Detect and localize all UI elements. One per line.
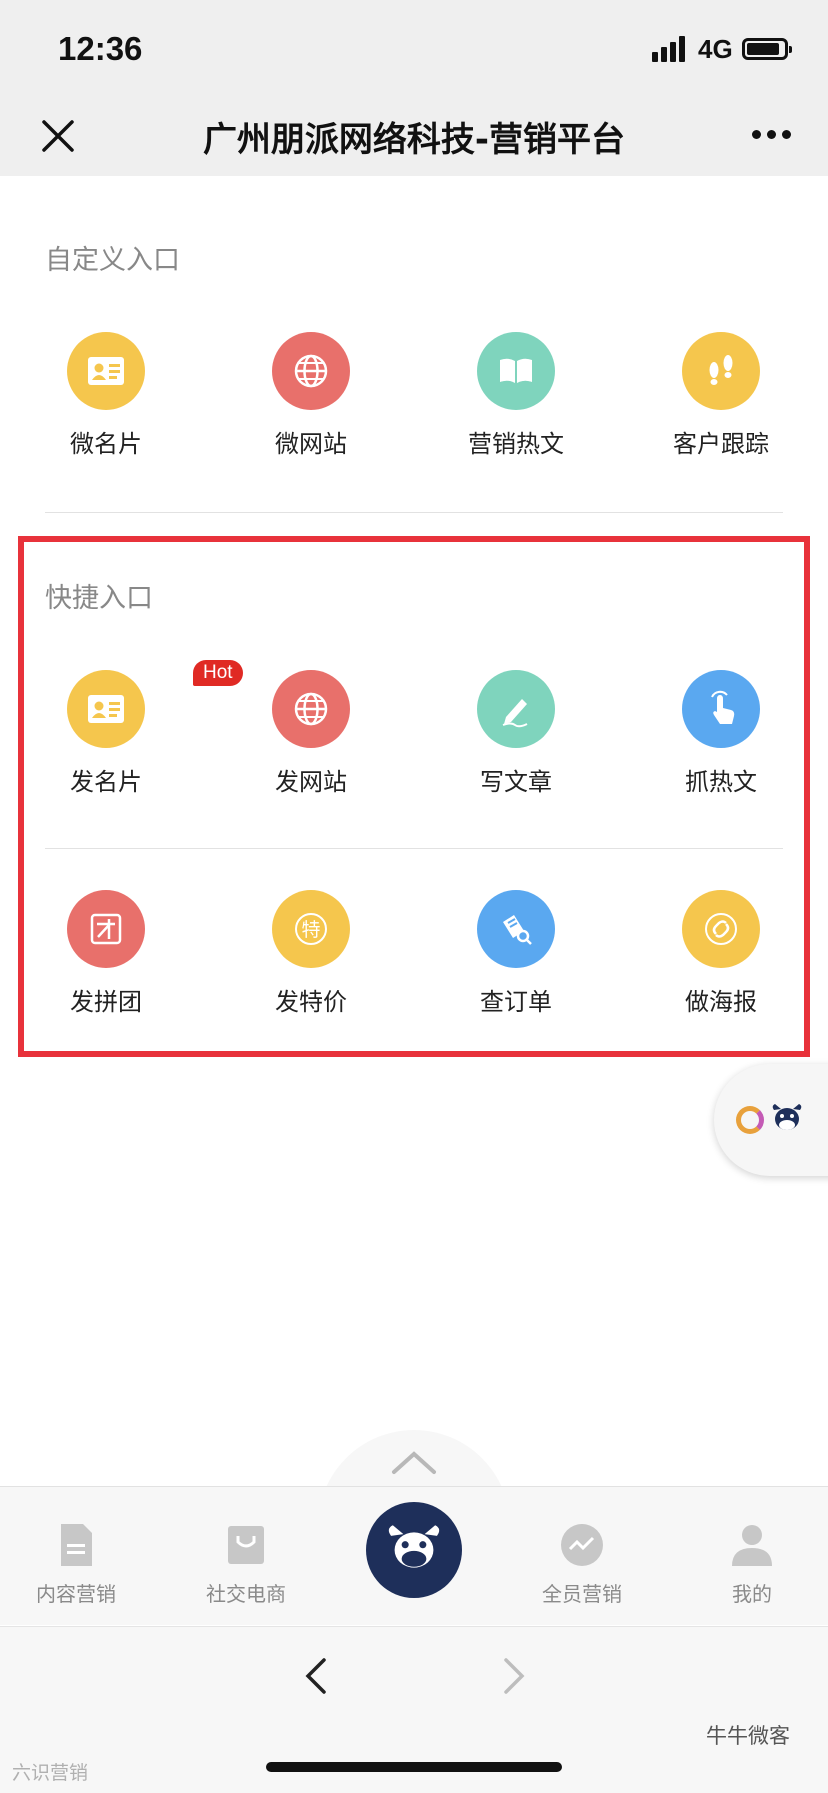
custom-entry-row: 微名片 微网站 营销热文 客户跟踪: [0, 332, 828, 472]
quick-label: 发拼团: [70, 988, 142, 1016]
order-search-icon: [477, 890, 555, 968]
quick-label: 发名片: [70, 768, 142, 796]
id-card-icon: Hot: [67, 660, 243, 748]
shopping-bag-icon: [228, 1526, 264, 1564]
tab-mine[interactable]: 我的: [682, 1522, 822, 1607]
group-buy-icon: [67, 890, 145, 968]
tab-label: 我的: [732, 1582, 772, 1606]
globe-icon: [272, 670, 350, 748]
document-icon: [61, 1524, 92, 1566]
book-icon: [477, 332, 555, 410]
entry-label: 微名片: [70, 430, 142, 458]
center-cow-button[interactable]: [366, 1502, 462, 1598]
globe-icon: [272, 332, 350, 410]
row-divider: [45, 848, 783, 849]
hand-tap-icon: [682, 670, 760, 748]
quick-grab-article[interactable]: 抓热文: [621, 670, 821, 797]
watermark-left: 六识营销: [12, 1762, 89, 1784]
network-label: 4G: [698, 34, 733, 64]
close-icon[interactable]: [40, 118, 76, 154]
quick-entry-row-1: Hot 发名片 发网站 写文章 抓热文: [0, 660, 828, 810]
custom-section-title: 自定义入口: [45, 245, 180, 276]
quick-write-article[interactable]: 写文章: [416, 670, 616, 797]
signal-icon: [652, 36, 692, 62]
watermark-right: 牛牛微客: [706, 1724, 790, 1748]
floating-assistant[interactable]: [714, 1064, 828, 1176]
quick-group-buy[interactable]: 发拼团: [6, 890, 206, 1017]
entry-customer-tracking[interactable]: 客户跟踪: [621, 332, 821, 459]
user-icon: [732, 1525, 772, 1566]
status-bar: 12:36 4G: [0, 0, 828, 100]
cow-icon: [388, 1525, 440, 1568]
status-time: 12:36: [58, 30, 143, 67]
quick-make-poster[interactable]: 做海报: [621, 890, 821, 1017]
tab-label: 社交电商: [206, 1582, 286, 1606]
quick-section-title: 快捷入口: [45, 583, 153, 614]
quick-send-card[interactable]: Hot 发名片: [6, 660, 243, 797]
page-title: 广州朋派网络科技-营销平台: [202, 120, 626, 160]
footprints-icon: [682, 332, 760, 410]
tab-content-marketing[interactable]: 内容营销: [6, 1522, 146, 1607]
tab-label: 全员营销: [542, 1582, 622, 1606]
tab-social-ecommerce[interactable]: 社交电商: [176, 1522, 316, 1607]
quick-label: 发特价: [275, 988, 347, 1016]
quick-label: 做海报: [685, 988, 757, 1016]
special-price-glyph: 特: [301, 919, 320, 941]
logo-icon: [736, 1106, 764, 1134]
entry-hot-articles[interactable]: 营销热文: [416, 332, 616, 459]
pen-icon: [477, 670, 555, 748]
forward-icon[interactable]: [500, 1656, 530, 1696]
back-icon[interactable]: [300, 1656, 330, 1696]
entry-micro-site[interactable]: 微网站: [211, 332, 411, 459]
cow-icon: [772, 1104, 802, 1130]
special-price-icon: 特: [272, 890, 350, 968]
quick-label: 发网站: [275, 768, 347, 796]
quick-special-price[interactable]: 特 发特价: [211, 890, 411, 1017]
nav-bar: 广州朋派网络科技-营销平台: [0, 100, 828, 176]
tab-all-staff-marketing[interactable]: 全员营销: [512, 1522, 652, 1607]
chevron-up-icon[interactable]: [388, 1448, 440, 1478]
entry-label: 营销热文: [468, 430, 564, 458]
quick-check-orders[interactable]: 查订单: [416, 890, 616, 1017]
section-divider: [45, 512, 783, 513]
entry-business-card[interactable]: 微名片: [6, 332, 206, 459]
id-card-icon: [67, 332, 145, 410]
quick-send-site[interactable]: 发网站: [211, 670, 411, 797]
link-icon: [682, 890, 760, 968]
more-icon[interactable]: [752, 130, 792, 142]
quick-entry-row-2: 发拼团 特 发特价 查订单 做海报: [0, 890, 828, 1030]
quick-label: 抓热文: [685, 768, 757, 796]
quick-label: 查订单: [480, 988, 552, 1016]
home-indicator[interactable]: [266, 1762, 562, 1772]
entry-label: 微网站: [275, 430, 347, 458]
trend-icon: [561, 1524, 603, 1566]
quick-label: 写文章: [480, 768, 552, 796]
tab-label: 内容营销: [36, 1582, 116, 1606]
battery-icon: [742, 38, 792, 60]
entry-label: 客户跟踪: [673, 430, 769, 458]
